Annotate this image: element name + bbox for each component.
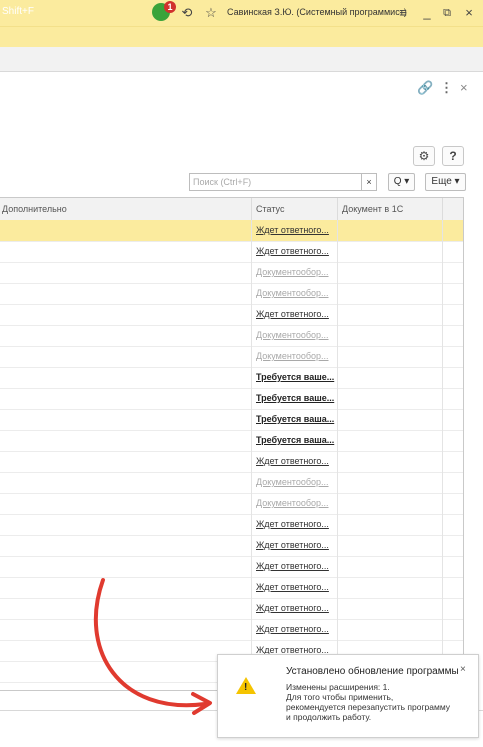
search-input[interactable] bbox=[189, 173, 367, 191]
status-link[interactable]: Требуется ваша... bbox=[256, 414, 334, 424]
status-link[interactable]: Документообор... bbox=[256, 498, 329, 508]
status-link[interactable]: Документообор... bbox=[256, 288, 329, 298]
notification-line: Для того чтобы применить, bbox=[286, 692, 394, 702]
menu-icon[interactable]: ≡ bbox=[394, 4, 412, 22]
status-link[interactable]: Ждет ответного... bbox=[256, 603, 329, 613]
column-divider[interactable] bbox=[337, 198, 338, 220]
status-link[interactable]: Ждет ответного... bbox=[256, 309, 329, 319]
column-divider bbox=[442, 220, 443, 690]
settings-button[interactable]: ⚙ bbox=[413, 146, 435, 166]
sections-panel bbox=[0, 26, 483, 47]
table-row[interactable]: Ждет ответного... bbox=[0, 598, 463, 620]
close-window-button[interactable]: × bbox=[460, 4, 478, 22]
update-notification[interactable]: ! Установлено обновление программы × Изм… bbox=[217, 654, 479, 738]
gear-icon: ⚙ bbox=[418, 149, 430, 163]
status-link[interactable]: Ждет ответного... bbox=[256, 456, 329, 466]
title-bar: Shift+F 1 ⟲ ☆ Савинская З.Ю. (Системный … bbox=[0, 0, 483, 26]
help-button[interactable]: ? bbox=[442, 146, 464, 166]
minimize-button[interactable]: _ bbox=[418, 4, 436, 22]
table-row[interactable]: Требуется ваше... bbox=[0, 367, 463, 389]
table-row[interactable]: Ждет ответного... bbox=[0, 241, 463, 263]
status-link[interactable]: Требуется ваше... bbox=[256, 393, 334, 403]
table-row[interactable]: Документообор... bbox=[0, 346, 463, 368]
table-row[interactable]: Требуется ваша... bbox=[0, 430, 463, 452]
table-row[interactable]: Документообор... bbox=[0, 472, 463, 494]
status-link[interactable]: Документообор... bbox=[256, 351, 329, 361]
column-header-document[interactable]: Документ в 1С bbox=[342, 204, 403, 214]
status-link[interactable]: Ждет ответного... bbox=[256, 519, 329, 529]
table-row[interactable]: Документообор... bbox=[0, 325, 463, 347]
notification-badge: 1 bbox=[164, 1, 176, 13]
table-row[interactable]: Документообор... bbox=[0, 493, 463, 515]
table-row[interactable]: Документообор... bbox=[0, 283, 463, 305]
history-icon[interactable]: ⟲ bbox=[178, 4, 196, 22]
table-row[interactable]: Требуется ваше... bbox=[0, 388, 463, 410]
table-row[interactable]: Ждет ответного... bbox=[0, 220, 463, 242]
notification-body: Изменены расширения: 1. Для того чтобы п… bbox=[286, 682, 466, 722]
status-link[interactable]: Ждет ответного... bbox=[256, 561, 329, 571]
table-row[interactable]: Документообор... bbox=[0, 262, 463, 284]
table-row[interactable]: Ждет ответного... bbox=[0, 556, 463, 578]
table-header: Дополнительно Статус Документ в 1С bbox=[0, 198, 463, 221]
table-row[interactable]: Ждет ответного... bbox=[0, 514, 463, 536]
table-row[interactable]: Ждет ответного... bbox=[0, 304, 463, 326]
table-row[interactable]: Ждет ответного... bbox=[0, 577, 463, 599]
more-button[interactable]: Еще ▾ bbox=[425, 173, 466, 191]
close-form-icon[interactable]: × bbox=[460, 80, 468, 95]
column-header-additional[interactable]: Дополнительно bbox=[2, 204, 67, 214]
open-windows-bar bbox=[0, 47, 483, 72]
column-divider[interactable] bbox=[442, 198, 443, 220]
link-icon[interactable]: 🔗 bbox=[417, 80, 433, 96]
column-divider bbox=[251, 220, 252, 690]
status-link[interactable]: Документообор... bbox=[256, 267, 329, 277]
status-link[interactable]: Ждет ответного... bbox=[256, 582, 329, 592]
restore-button[interactable]: ⧉ bbox=[438, 4, 456, 22]
column-divider[interactable] bbox=[251, 198, 252, 220]
column-divider bbox=[337, 220, 338, 690]
table-row[interactable]: Ждет ответного... bbox=[0, 619, 463, 641]
more-actions-icon[interactable]: ⋮ bbox=[440, 80, 453, 96]
user-name[interactable]: Савинская З.Ю. (Системный программист) bbox=[227, 7, 407, 17]
status-link[interactable]: Ждет ответного... bbox=[256, 225, 329, 235]
status-link[interactable]: Требуется ваше... bbox=[256, 372, 334, 382]
notification-line: и продолжить работу. bbox=[286, 712, 372, 722]
find-button[interactable]: Q ▾ bbox=[388, 173, 415, 191]
star-icon[interactable]: ☆ bbox=[202, 4, 220, 22]
status-link[interactable]: Требуется ваша... bbox=[256, 435, 334, 445]
clear-search-button[interactable]: × bbox=[361, 173, 377, 191]
notification-line: рекомендуется перезапустить программу bbox=[286, 702, 451, 712]
status-link[interactable]: Ждет ответного... bbox=[256, 246, 329, 256]
close-notification-button[interactable]: × bbox=[460, 664, 466, 675]
column-header-status[interactable]: Статус bbox=[256, 204, 284, 214]
documents-table[interactable]: Дополнительно Статус Документ в 1С Ждет … bbox=[0, 197, 464, 691]
status-link[interactable]: Ждет ответного... bbox=[256, 540, 329, 550]
status-link[interactable]: Ждет ответного... bbox=[256, 624, 329, 634]
warning-mark: ! bbox=[244, 682, 248, 693]
table-row[interactable]: Требуется ваша... bbox=[0, 409, 463, 431]
notification-title[interactable]: Установлено обновление программы bbox=[286, 666, 459, 677]
status-link[interactable]: Документообор... bbox=[256, 330, 329, 340]
status-link[interactable]: Документообор... bbox=[256, 477, 329, 487]
table-row[interactable]: Ждет ответного... bbox=[0, 535, 463, 557]
help-icon: ? bbox=[449, 149, 457, 163]
search-hint[interactable]: Shift+F bbox=[2, 6, 34, 17]
notification-line: Изменены расширения: 1. bbox=[286, 682, 390, 692]
table-row[interactable]: Ждет ответного... bbox=[0, 451, 463, 473]
